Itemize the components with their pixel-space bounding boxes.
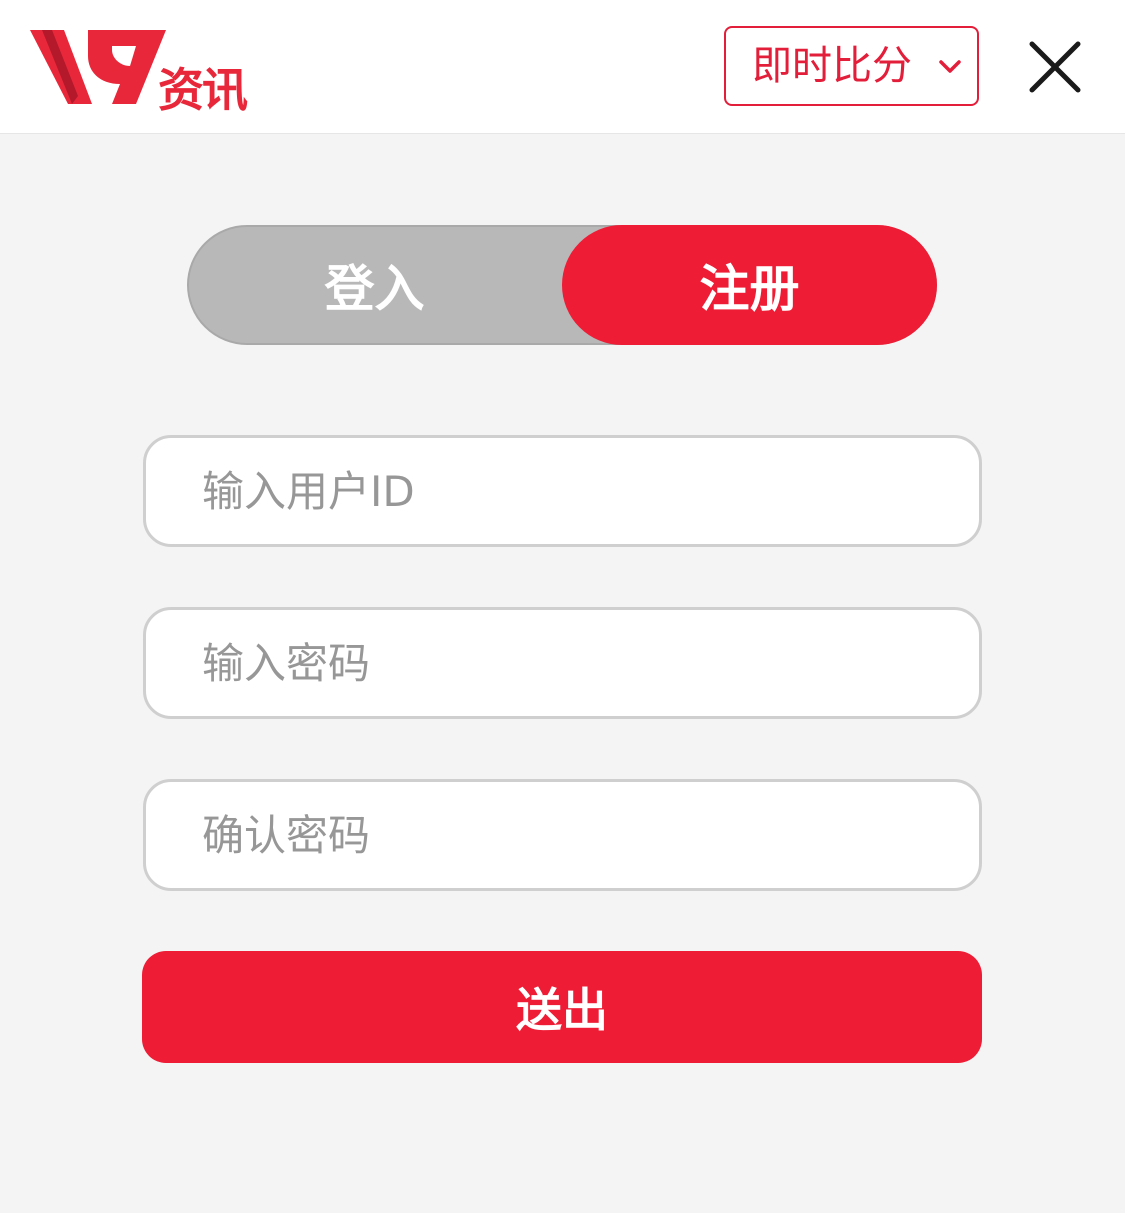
submit-button[interactable]: 送出 xyxy=(142,951,982,1063)
chevron-down-icon xyxy=(939,60,961,73)
user-id-input[interactable] xyxy=(146,438,979,544)
app-header: 资讯 即时比分 xyxy=(0,0,1125,134)
confirm-password-field-wrapper xyxy=(143,779,982,891)
close-button[interactable] xyxy=(1020,34,1088,102)
tab-register[interactable]: 注册 xyxy=(562,225,937,345)
logo-text: 资讯 xyxy=(158,63,248,117)
brand-logo[interactable]: 资讯 xyxy=(28,26,268,114)
auth-tab-toggle: 登入 注册 xyxy=(187,225,937,345)
password-field-wrapper xyxy=(143,607,982,719)
close-icon xyxy=(1029,41,1081,93)
user-id-field-wrapper xyxy=(143,435,982,547)
confirm-password-input[interactable] xyxy=(146,782,979,888)
tab-login[interactable]: 登入 xyxy=(187,225,562,345)
live-score-dropdown[interactable]: 即时比分 xyxy=(724,26,979,106)
live-score-dropdown-label: 即时比分 xyxy=(752,43,912,89)
password-input[interactable] xyxy=(146,610,979,716)
